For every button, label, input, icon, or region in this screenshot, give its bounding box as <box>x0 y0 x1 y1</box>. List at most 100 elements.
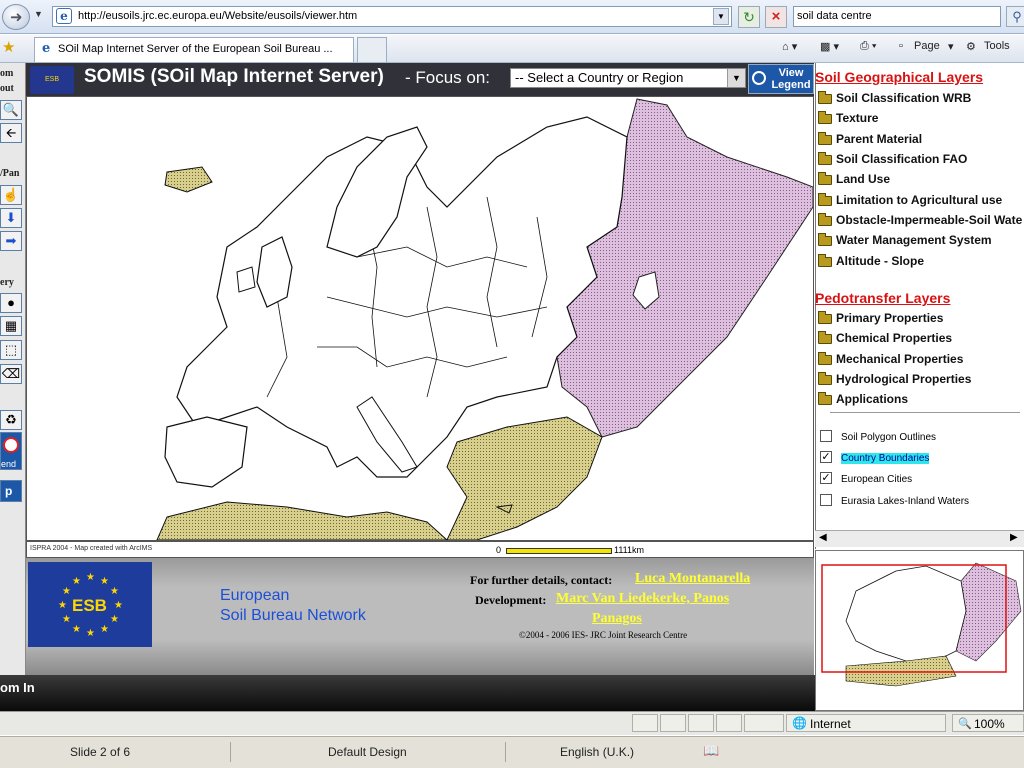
pan-right-icon[interactable]: ➡ <box>0 231 22 251</box>
checkbox-lakes[interactable] <box>820 494 832 506</box>
select-window-icon[interactable]: ▦ <box>0 316 22 336</box>
pan-down-icon[interactable]: ⬇ <box>0 208 22 228</box>
geo-layers-title[interactable]: Soil Geographical Layers <box>815 69 983 85</box>
identify-icon[interactable]: ● <box>0 293 22 313</box>
print-icon[interactable]: ⎙ ▾ <box>860 40 876 53</box>
refresh-icon[interactable]: ↻ <box>738 6 760 28</box>
check-label: Soil Polygon Outlines <box>841 432 937 443</box>
page-menu-icon: ▫ <box>899 40 903 52</box>
pedo-layers-title[interactable]: Pedotransfer Layers <box>815 290 950 306</box>
overview-map-drawing <box>821 562 1022 687</box>
new-tab-button[interactable] <box>357 37 387 62</box>
check-label: European Cities <box>841 474 913 485</box>
app-title: SOMIS (SOil Map Internet Server) <box>84 66 384 87</box>
region-select-arrow-icon[interactable]: ▼ <box>727 69 745 87</box>
dev-link-line-1[interactable]: Marc Van Liedekerke, Panos <box>556 591 729 607</box>
favorites-star-icon[interactable]: ★ <box>2 38 15 56</box>
south-east-region <box>446 416 603 541</box>
history-dropdown-icon[interactable]: ▼ <box>34 9 43 19</box>
map-tool-strip <box>0 63 26 711</box>
checkbox-european-cities[interactable]: ✓ <box>820 472 832 484</box>
esb-logo: ★ ★ ★ ★ ★ ★ ★ ★ ★ ★ ★ ★ ESB <box>28 562 152 647</box>
folder-icon <box>818 213 832 226</box>
zoom-in-icon[interactable]: 🔍 <box>0 100 22 120</box>
svg-text:★: ★ <box>86 572 95 583</box>
network-name: European Soil Bureau Network <box>220 586 366 626</box>
svg-text:★: ★ <box>100 576 109 587</box>
europe-map <box>156 98 814 541</box>
folder-icon <box>818 331 832 344</box>
svg-text:★: ★ <box>86 628 95 639</box>
legend-button[interactable]: end <box>0 432 22 470</box>
zoom-out-label: out <box>0 83 14 94</box>
map-status-bar <box>0 675 815 711</box>
scroll-left-icon[interactable]: ◀ <box>819 532 827 543</box>
svg-text:★: ★ <box>72 624 81 635</box>
checkbox-polygon-outlines[interactable] <box>820 430 832 442</box>
pan-hand-icon[interactable]: ☝ <box>0 185 22 205</box>
home-icon[interactable]: ⌂ ▾ <box>782 40 797 53</box>
spellcheck-icon[interactable]: 📖 <box>703 743 719 759</box>
svg-text:★: ★ <box>72 576 81 587</box>
folder-icon <box>818 233 832 246</box>
map-credit: ISPRA 2004 - Map created with ArcIMS <box>30 545 153 552</box>
layer-item[interactable]: Obstacle-Impermeable-Soil Wate <box>818 213 1024 231</box>
north-africa <box>156 501 449 541</box>
view-legend-button[interactable]: View Legend <box>748 64 814 94</box>
panel-scrollbar[interactable]: ◀ ▶ <box>815 530 1024 547</box>
url-text: http://eusoils.jrc.ec.europa.eu/Website/… <box>78 10 358 22</box>
search-icon[interactable]: ⚲ <box>1006 6 1024 27</box>
ppt-status-bar <box>0 736 1024 768</box>
folder-icon <box>818 392 832 405</box>
legend-label: end <box>1 459 17 469</box>
folder-icon <box>818 132 832 145</box>
globe-icon: 🌐 <box>792 716 807 730</box>
status-segment <box>716 714 742 732</box>
folder-icon <box>818 91 832 104</box>
contact-label: For further details, contact: <box>470 573 613 587</box>
checkbox-country-boundaries[interactable]: ✓ <box>820 451 832 463</box>
folder-icon <box>818 172 832 185</box>
dev-link-line-2[interactable]: Panagos <box>592 611 642 627</box>
back-arrow-icon: ➜ <box>10 9 23 26</box>
tab-title: SOil Map Internet Server of the European… <box>58 43 333 55</box>
page-menu-arrow-icon: ▾ <box>948 41 954 53</box>
scale-line <box>506 548 612 554</box>
zoom-back-icon[interactable]: 🡨 <box>0 123 22 143</box>
tools-menu[interactable]: Tools <box>984 40 1010 52</box>
esb-logo-text: ESB <box>72 596 107 615</box>
overview-map[interactable] <box>815 550 1024 711</box>
scale-end: 1111km <box>614 545 645 555</box>
folder-icon <box>818 111 832 124</box>
help-label: p <box>5 484 13 498</box>
ie-page-icon: e <box>56 8 72 24</box>
zoom-level[interactable]: 100% <box>974 717 1005 731</box>
eraser-icon[interactable]: ⌫ <box>0 364 22 384</box>
zoom-magnifier-icon: 🔍 <box>958 718 972 730</box>
svg-text:★: ★ <box>62 586 71 597</box>
network-line-2: Soil Bureau Network <box>220 607 366 624</box>
query-label: ery <box>0 277 14 288</box>
svg-text:★: ★ <box>100 624 109 635</box>
status-divider <box>505 742 506 762</box>
back-button[interactable]: ➜ <box>2 4 30 30</box>
scroll-right-icon[interactable]: ▶ <box>1010 532 1018 543</box>
help-button[interactable]: p <box>0 480 22 502</box>
url-dropdown-icon[interactable]: ▼ <box>713 8 729 25</box>
status-segment <box>744 714 784 732</box>
dev-label: Development: <box>475 593 547 607</box>
map-view[interactable] <box>26 96 814 541</box>
page-menu[interactable]: Page <box>914 40 940 52</box>
contact-link[interactable]: Luca Montanarella <box>635 571 750 587</box>
folder-icon <box>818 152 832 165</box>
feeds-icon[interactable]: ▩ ▾ <box>820 40 839 53</box>
folder-icon <box>818 193 832 206</box>
language: English (U.K.) <box>560 745 635 759</box>
select-rect-icon[interactable]: ⬚ <box>0 340 22 360</box>
stop-icon[interactable]: × <box>765 6 787 28</box>
region-select[interactable]: -- Select a Country or Region <box>510 68 746 88</box>
folder-icon <box>818 254 832 267</box>
refresh-map-icon[interactable]: ♻ <box>0 410 22 430</box>
network-line-1: European <box>220 587 290 604</box>
check-label-highlighted: Country Boundaries <box>841 453 930 464</box>
